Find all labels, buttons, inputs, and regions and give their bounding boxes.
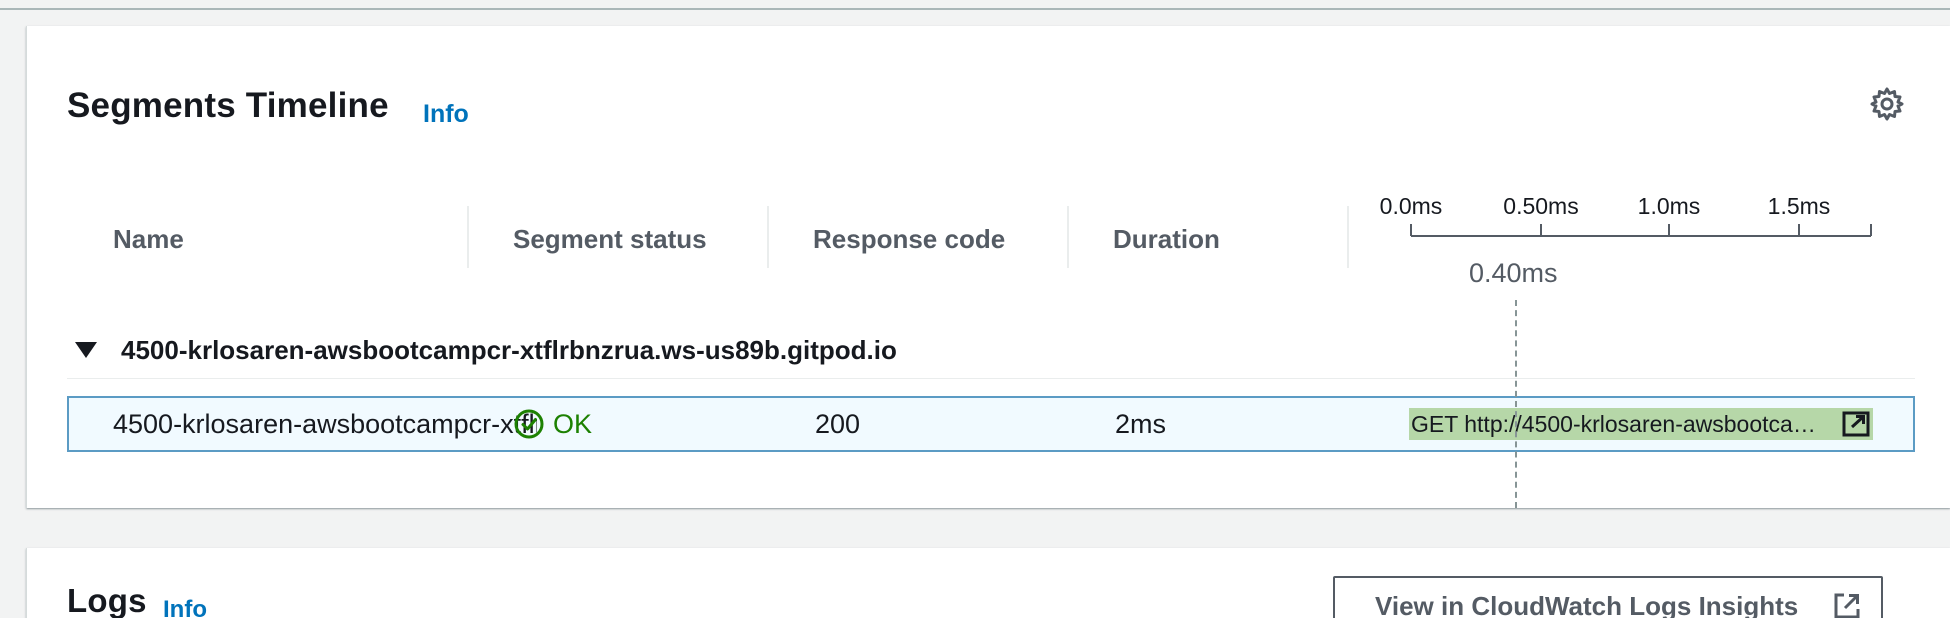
gear-icon[interactable] [1869,86,1905,122]
view-in-cloudwatch-button[interactable]: View in CloudWatch Logs Insights [1333,576,1883,618]
info-link[interactable]: Info [423,100,469,129]
trace-group-row[interactable]: 4500-krlosaren-awsbootcampcr-xtflrbnzrua… [67,330,897,370]
logs-title: Logs [67,582,147,618]
column-header-response-code[interactable]: Response code [813,224,1005,255]
external-link-icon[interactable] [1841,410,1871,438]
column-divider[interactable] [1347,206,1349,268]
left-edge [0,10,26,618]
time-axis: 0.0ms 0.50ms 1.0ms 1.5ms [1380,193,1872,237]
top-strip [0,0,1950,10]
column-header-name[interactable]: Name [113,224,184,255]
segments-timeline-panel: Segments Timeline Info Name Segment stat… [26,26,1950,508]
time-cursor-label: 0.40ms [1469,258,1558,288]
segment-status: OK [513,398,592,450]
trace-group-label: 4500-krlosaren-awsbootcampcr-xtflrbnzrua… [121,334,897,365]
axis-tick-label: 0.50ms [1503,193,1578,219]
view-in-cloudwatch-label: View in CloudWatch Logs Insights [1375,590,1799,618]
logs-info-link[interactable]: Info [163,596,207,618]
row-divider [67,378,1915,379]
check-circle-icon [514,409,544,439]
column-header-duration[interactable]: Duration [1113,224,1220,255]
segment-status-label: OK [553,408,593,439]
panel-title: Segments Timeline [67,86,389,125]
segment-bar-label: GET http://4500-krlosaren-awsbootcampcr-… [1411,410,1827,437]
segment-duration: 2ms [1115,408,1167,439]
column-header-segment-status[interactable]: Segment status [513,224,707,255]
logs-panel: Logs Info View in CloudWatch Logs Insigh… [26,548,1950,618]
axis-tick-label: 1.0ms [1638,193,1701,219]
segment-name: 4500-krlosaren-awsbootcampcr-xtflrbnzrua… [113,408,537,439]
time-cursor-line [1515,300,1517,508]
column-divider[interactable] [1067,206,1069,268]
segment-timeline-bar[interactable]: GET http://4500-krlosaren-awsbootcampcr-… [1409,408,1873,440]
segment-response-code: 200 [815,408,861,439]
caret-down-icon[interactable] [75,342,97,358]
external-link-icon [1834,593,1860,618]
segment-row[interactable]: 4500-krlosaren-awsbootcampcr-xtflrbnzrua… [67,396,1915,452]
column-divider[interactable] [767,206,769,268]
column-divider[interactable] [467,206,469,268]
axis-tick-label: 0.0ms [1380,193,1443,219]
axis-tick-label: 1.5ms [1768,193,1831,219]
